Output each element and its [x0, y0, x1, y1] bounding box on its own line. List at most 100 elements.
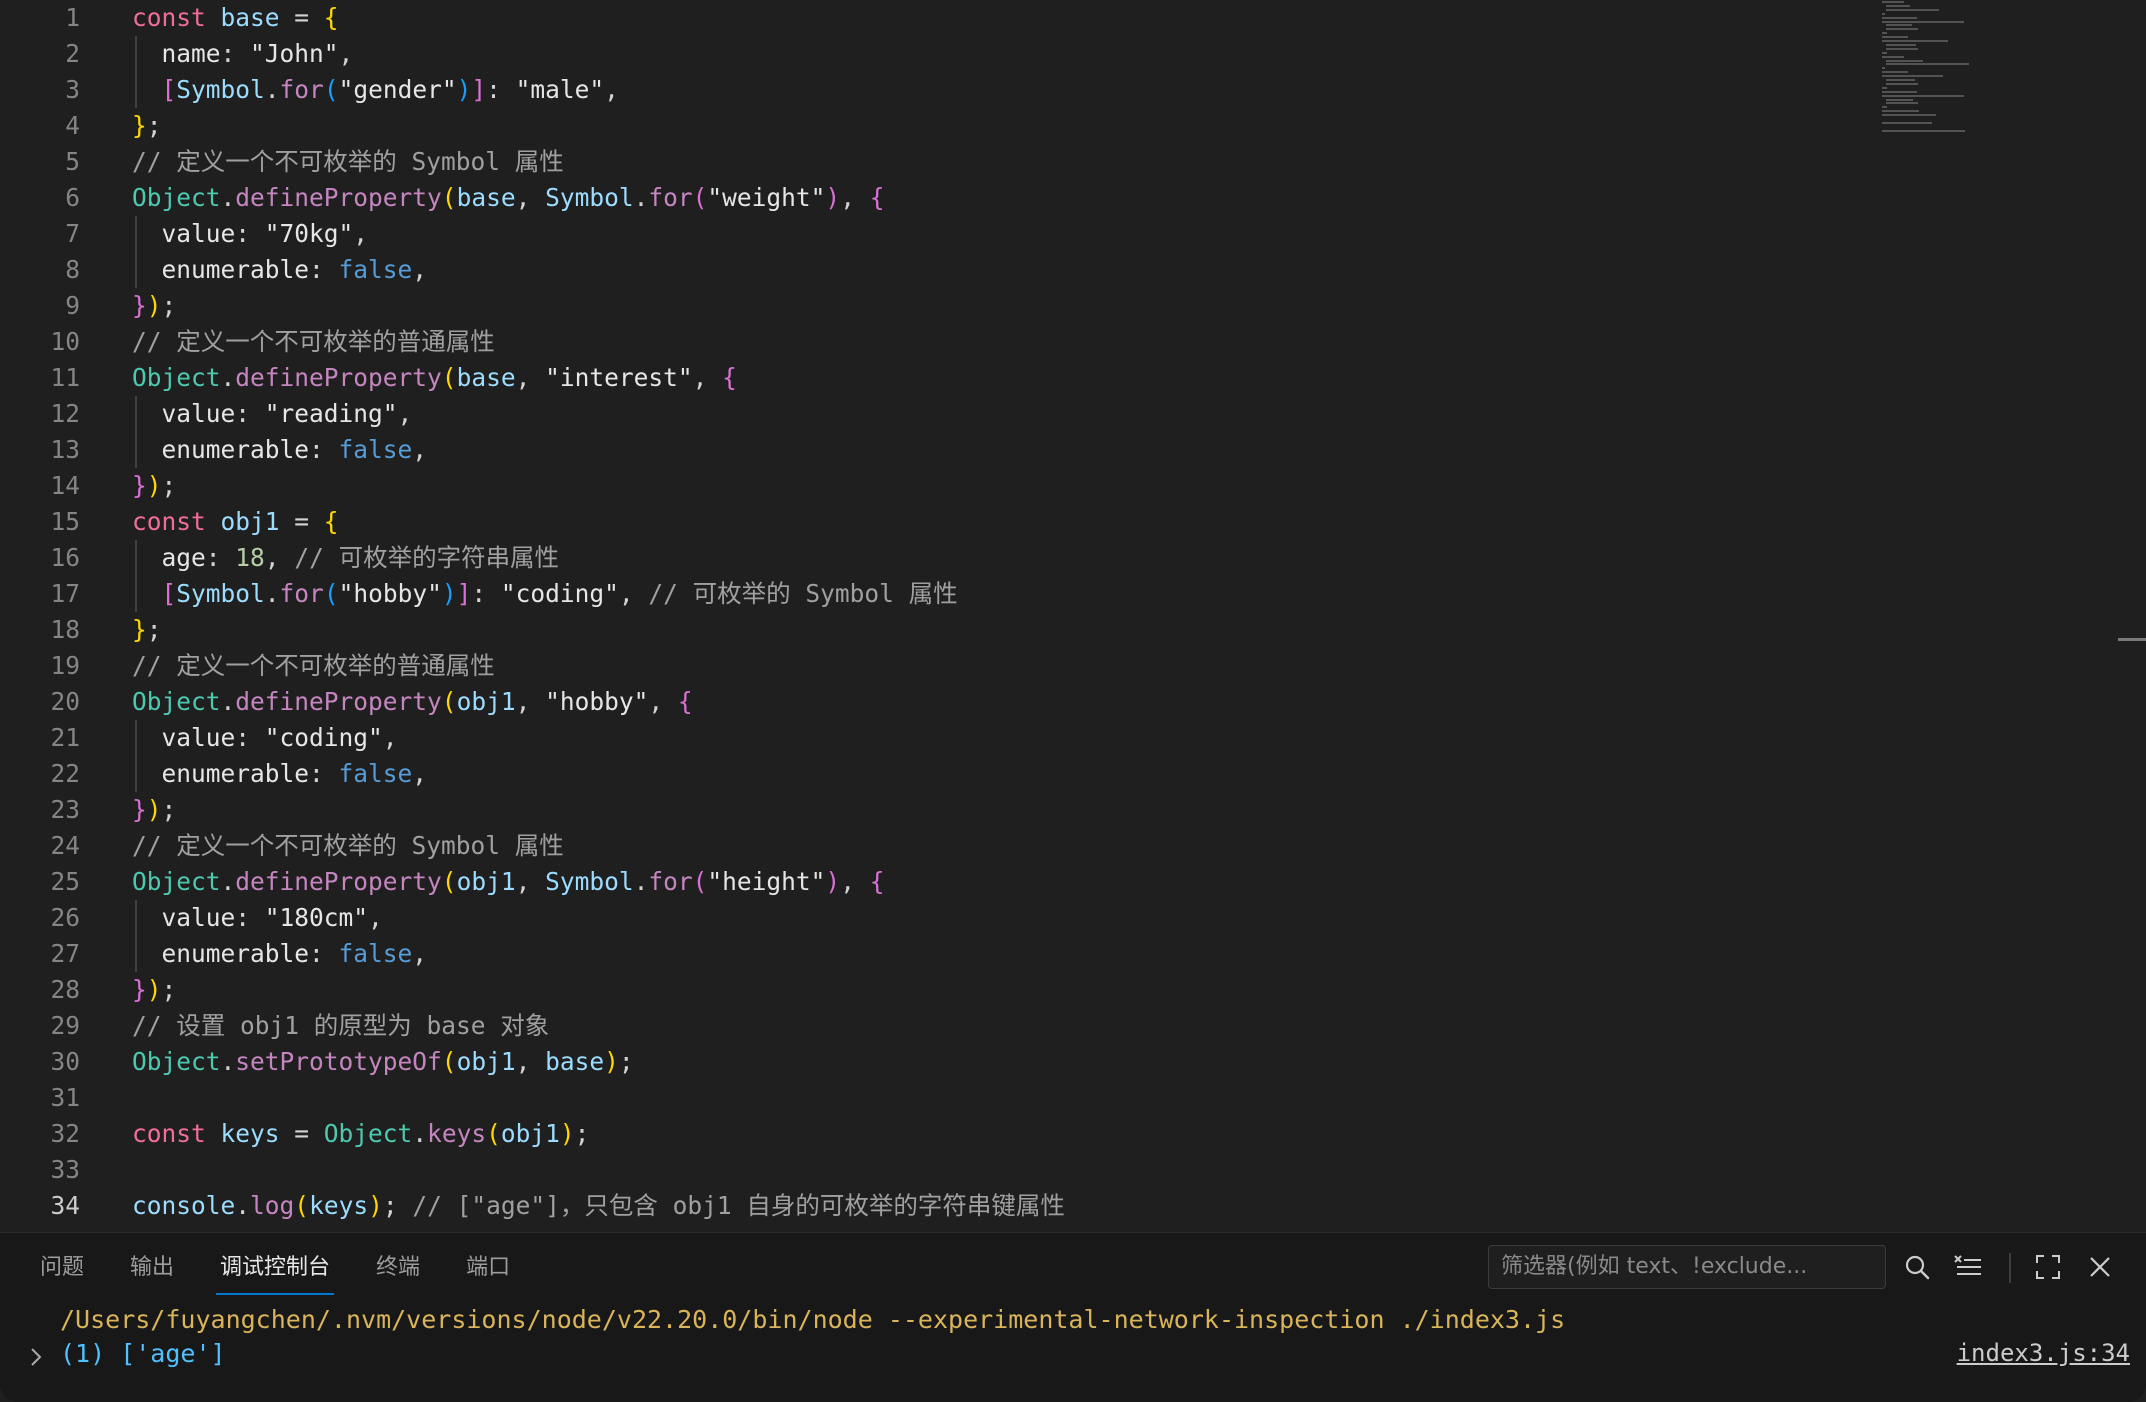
code-line[interactable]: 14});: [0, 468, 1850, 504]
maximize-icon[interactable]: [2028, 1245, 2068, 1289]
code-line[interactable]: 19 // 定义一个不可枚举的普通属性: [0, 648, 1850, 684]
code-text: value: "reading",: [132, 396, 413, 432]
tab-problems[interactable]: 问题: [40, 1251, 84, 1299]
code-token: enumerable: [132, 759, 310, 788]
code-token: "weight": [707, 183, 826, 212]
code-token: keys: [220, 1119, 280, 1148]
code-token: ): [559, 1119, 575, 1148]
code-line[interactable]: 33: [0, 1152, 1850, 1188]
code-line[interactable]: 30 Object.setPrototypeOf(obj1, base);: [0, 1044, 1850, 1080]
code-text: };: [132, 612, 162, 648]
code-text: enumerable: false,: [132, 756, 428, 792]
code-token: Symbol: [176, 579, 265, 608]
line-number: 30: [50, 1047, 80, 1076]
line-number: 10: [50, 327, 80, 356]
code-line[interactable]: 18};: [0, 612, 1850, 648]
code-token: false: [338, 255, 413, 284]
code-line[interactable]: 6 Object.defineProperty(base, Symbol.for(…: [0, 180, 1850, 216]
code-text: });: [132, 468, 176, 504]
line-number: 24: [50, 831, 80, 860]
code-text: [Symbol.for("hobby")]: "coding", // 可枚举的…: [132, 576, 958, 612]
code-token: const: [132, 3, 221, 32]
code-line[interactable]: 8 enumerable: false,: [0, 252, 1850, 288]
code-token: {: [869, 867, 885, 896]
code-line[interactable]: 15 const obj1 = {: [0, 504, 1850, 540]
code-editor[interactable]: 1 const base = {2 name: "John", 3 [Symbol.…: [0, 0, 2146, 1232]
line-number: 5: [65, 147, 80, 176]
line-number: 12: [50, 399, 80, 428]
minimap-line: [1882, 20, 1964, 23]
clear-filter-icon[interactable]: [1948, 1245, 1988, 1289]
code-token: ): [146, 471, 162, 500]
code-token: (: [441, 1047, 457, 1076]
code-line[interactable]: 28});: [0, 972, 1850, 1008]
code-token: .: [633, 867, 649, 896]
code-line[interactable]: 34 console.log(keys); // ["age"]，只包含 obj1…: [0, 1188, 1850, 1224]
code-line[interactable]: 25 Object.defineProperty(obj1, Symbol.for…: [0, 864, 1850, 900]
code-line[interactable]: 29 // 设置 obj1 的原型为 base 对象: [0, 1008, 1850, 1044]
line-number: 34: [50, 1191, 80, 1220]
code-line[interactable]: 4};: [0, 108, 1850, 144]
code-token: Object: [323, 1119, 413, 1148]
code-line[interactable]: 16 age: 18, // 可枚举的字符串属性: [0, 540, 1850, 576]
code-line[interactable]: 13 enumerable: false,: [0, 432, 1850, 468]
close-icon[interactable]: [2080, 1245, 2120, 1289]
tab-terminal[interactable]: 终端: [376, 1251, 420, 1299]
search-icon[interactable]: [1897, 1245, 1937, 1289]
code-token: :: [235, 219, 265, 248]
code-line[interactable]: 21 value: "coding",: [0, 720, 1850, 756]
tab-ports[interactable]: 端口: [466, 1251, 510, 1299]
minimap[interactable]: [1880, 0, 2040, 140]
code-line[interactable]: 10 // 定义一个不可枚举的普通属性: [0, 324, 1850, 360]
minimap-line: [1882, 67, 1886, 70]
code-token: enumerable: [132, 939, 310, 968]
console-result[interactable]: (1) ['age']: [60, 1339, 226, 1368]
code-line[interactable]: 22 enumerable: false,: [0, 756, 1850, 792]
code-line[interactable]: 2 name: "John",: [0, 36, 1850, 72]
code-line[interactable]: 24 // 定义一个不可枚举的 Symbol 属性: [0, 828, 1850, 864]
code-text: });: [132, 792, 176, 828]
code-token: ,: [515, 183, 546, 212]
tab-debug-console[interactable]: 调试控制台: [216, 1251, 335, 1299]
tab-output[interactable]: 输出: [130, 1251, 174, 1299]
line-number: 19: [50, 651, 80, 680]
filter-input[interactable]: 筛选器(例如 text、!exclude...: [1488, 1245, 1886, 1289]
code-line[interactable]: 27 enumerable: false,: [0, 936, 1850, 972]
code-text: [Symbol.for("gender")]: "male",: [132, 72, 619, 108]
code-text: const keys = Object.keys(obj1);: [132, 1116, 589, 1152]
code-line[interactable]: 5 // 定义一个不可枚举的 Symbol 属性: [0, 144, 1850, 180]
scrollbar-marker[interactable]: [2118, 638, 2146, 641]
code-token: :: [309, 255, 339, 284]
code-line[interactable]: 20 Object.defineProperty(obj1, "hobby", {: [0, 684, 1850, 720]
line-number: 29: [50, 1011, 80, 1040]
code-token: ]: [456, 579, 472, 608]
code-token: enumerable: [132, 435, 310, 464]
code-line[interactable]: 3 [Symbol.for("gender")]: "male",: [0, 72, 1850, 108]
code-token: keys: [427, 1119, 487, 1148]
code-token: Symbol: [176, 75, 265, 104]
source-link[interactable]: index3.js:34: [1957, 1339, 2130, 1367]
code-token: value: [132, 723, 236, 752]
code-line[interactable]: 26 value: "180cm",: [0, 900, 1850, 936]
code-line[interactable]: 32 const keys = Object.keys(obj1);: [0, 1116, 1850, 1152]
code-token: ): [456, 75, 472, 104]
minimap-line: [1886, 82, 1918, 85]
code-line[interactable]: 31: [0, 1080, 1850, 1116]
chevron-right-icon[interactable]: [26, 1343, 48, 1371]
code-line[interactable]: 17 [Symbol.for("hobby")]: "coding", // 可…: [0, 576, 1850, 612]
code-token: }: [132, 291, 147, 320]
code-token: for: [648, 867, 693, 896]
code-text: age: 18, // 可枚举的字符串属性: [132, 540, 560, 576]
minimap-line: [1882, 32, 1887, 35]
code-text: Object.defineProperty(obj1, Symbol.for("…: [132, 864, 884, 900]
minimap-line: [1882, 129, 1966, 132]
code-line[interactable]: 12 value: "reading",: [0, 396, 1850, 432]
code-token: ,: [604, 75, 619, 104]
code-line[interactable]: 9});: [0, 288, 1850, 324]
code-line[interactable]: 11 Object.defineProperty(base, "interest"…: [0, 360, 1850, 396]
code-token: // 可枚举的 Symbol 属性: [648, 579, 958, 608]
code-line[interactable]: 23});: [0, 792, 1850, 828]
line-number: 20: [50, 687, 80, 716]
code-line[interactable]: 7 value: "70kg",: [0, 216, 1850, 252]
code-line[interactable]: 1 const base = {: [0, 0, 1850, 36]
